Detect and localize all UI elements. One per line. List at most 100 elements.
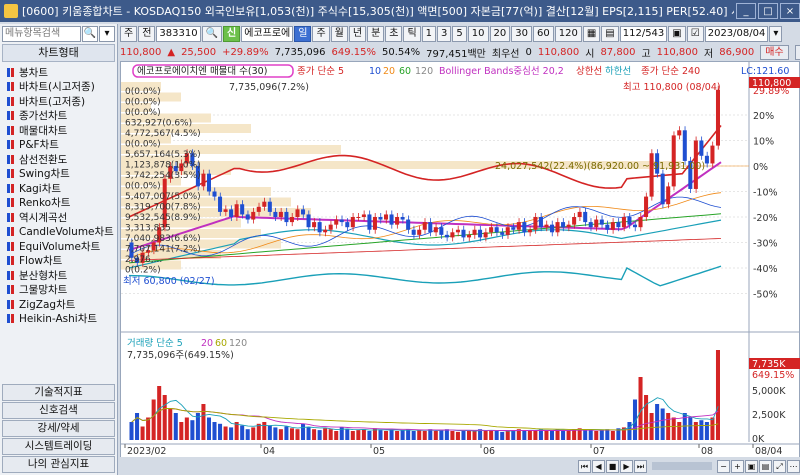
- stock-code-input[interactable]: 383310: [156, 25, 201, 42]
- sidebar-item[interactable]: 봉차트: [0, 65, 117, 80]
- interval-5[interactable]: 5: [452, 25, 467, 42]
- zoom-slider[interactable]: [652, 462, 712, 470]
- volume-bar: [173, 413, 178, 440]
- nav-stop-icon[interactable]: ■: [606, 459, 619, 473]
- sidebar-item[interactable]: P&F차트: [0, 138, 117, 153]
- expand-icon[interactable]: ⤢: [773, 459, 786, 473]
- quote-bar: 110,800 ▲ 25,500 +29.89% 7,735,096 649.1…: [120, 44, 800, 60]
- price-chart-svg[interactable]: 에코프로에이치엔 매물대 수(30) 종가 단순 5 10 20 60 120 …: [121, 62, 800, 462]
- candle-body: [218, 196, 223, 212]
- nav-first-icon[interactable]: ⏮: [578, 459, 591, 473]
- sidebar-header[interactable]: 차트형태: [2, 44, 115, 62]
- interval-20[interactable]: 20: [489, 25, 511, 42]
- chart-area[interactable]: 에코프로에이치엔 매물대 수(30) 종가 단순 5 10 20 60 120 …: [120, 61, 800, 461]
- sidebar-item[interactable]: 매물대차트: [0, 123, 117, 138]
- tab-minute[interactable]: 분: [367, 25, 385, 42]
- sidebar-item[interactable]: 바차트(고저종): [0, 94, 117, 109]
- close-icon[interactable]: ×: [780, 3, 800, 19]
- nav-last-icon[interactable]: ⏭: [634, 459, 647, 473]
- candle-body: [461, 229, 466, 238]
- sidebar-item[interactable]: 역시계곡선: [0, 210, 117, 225]
- interval-120[interactable]: 120: [554, 25, 582, 42]
- sidebar-item[interactable]: CandleVolume차트: [0, 225, 117, 240]
- grid-icon[interactable]: ▤: [601, 25, 619, 42]
- candle-body: [549, 224, 555, 233]
- sidebar-item[interactable]: 그물망차트: [0, 283, 117, 298]
- interval-1[interactable]: 1: [421, 25, 437, 42]
- volume-bar: [671, 417, 676, 440]
- tab-month[interactable]: 월: [330, 25, 348, 42]
- tab-second[interactable]: 초: [385, 25, 403, 42]
- annotation-top-vol: 7,735,096(7.2%): [229, 82, 309, 93]
- sidebar-item[interactable]: 분산형차트: [0, 268, 117, 283]
- tab-tick[interactable]: 틱: [403, 25, 421, 42]
- sidebar-button[interactable]: 신호검색: [2, 402, 115, 419]
- tab-week[interactable]: 주: [312, 25, 330, 42]
- sidebar-item-label: 매물대차트: [19, 124, 68, 137]
- interval-60[interactable]: 60: [533, 25, 554, 42]
- candle-body: [599, 219, 604, 225]
- date-input[interactable]: 2023/08/04: [704, 25, 769, 42]
- sidebar-item[interactable]: ZigZag차트: [0, 297, 117, 312]
- candle-icon: [7, 154, 14, 164]
- candle-body: [339, 219, 344, 223]
- volume-bar: [494, 431, 499, 440]
- chevron-down-icon[interactable]: ▾: [99, 26, 115, 42]
- sidebar-item[interactable]: Swing차트: [0, 167, 117, 182]
- sidebar-button[interactable]: 나의 관심지표: [2, 456, 115, 473]
- sidebar-item[interactable]: Renko차트: [0, 196, 117, 211]
- search-icon[interactable]: 🔍: [201, 25, 223, 42]
- tab-year[interactable]: 년: [348, 25, 367, 42]
- volume-bar: [461, 431, 466, 440]
- nav-next-icon[interactable]: ▶: [620, 459, 633, 473]
- menu-search-input[interactable]: 메뉴항목검색: [2, 26, 81, 42]
- toolbar-period-button[interactable]: 전: [138, 25, 156, 42]
- candle-icon: [7, 198, 14, 208]
- volume-bar: [162, 395, 167, 440]
- volume-bar: [168, 408, 173, 440]
- minimize-icon[interactable]: _: [736, 3, 756, 19]
- interval-3[interactable]: 3: [437, 25, 452, 42]
- page-field[interactable]: 112/543: [619, 25, 668, 42]
- candle-body: [289, 217, 294, 223]
- view-icon[interactable]: ▣: [745, 459, 758, 473]
- volume-bar: [212, 422, 217, 440]
- sidebar-button[interactable]: 강세/약세: [2, 420, 115, 437]
- sidebar-item[interactable]: 삼선전환도: [0, 152, 117, 167]
- sidebar-item[interactable]: Kagi차트: [0, 181, 117, 196]
- settings-icon[interactable]: ▦: [582, 25, 601, 42]
- sidebar-button[interactable]: 시스템트레이딩: [2, 438, 115, 455]
- options-icon[interactable]: ⋯: [787, 459, 800, 473]
- candle-body: [489, 227, 494, 233]
- volume-bar: [594, 431, 599, 440]
- interval-30[interactable]: 30: [511, 25, 532, 42]
- nav-prev-icon[interactable]: ◀: [592, 459, 605, 473]
- sell-button[interactable]: 매도: [794, 44, 800, 60]
- buy-button[interactable]: 매수: [760, 44, 789, 60]
- search-icon[interactable]: 🔍: [82, 26, 98, 42]
- calendar-icon[interactable]: ▾: [769, 25, 783, 42]
- sidebar-item[interactable]: Heikin-Ashi차트: [0, 312, 117, 327]
- toolbar-mode[interactable]: 주: [120, 25, 138, 42]
- layout-icon[interactable]: ▤: [759, 459, 772, 473]
- volume-bar: [201, 404, 206, 440]
- zoom-in-icon[interactable]: +: [731, 459, 744, 473]
- sidebar-item[interactable]: 바차트(시고저종): [0, 80, 117, 95]
- vol-tag1: 7,735K: [752, 359, 786, 370]
- interval-10[interactable]: 10: [467, 25, 489, 42]
- sidebar-button[interactable]: 기술적지표: [2, 384, 115, 401]
- maximize-icon[interactable]: □: [758, 3, 778, 19]
- zoom-out-icon[interactable]: −: [717, 459, 730, 473]
- price-axis-label: -20%: [753, 213, 778, 224]
- open-key: 시: [585, 48, 595, 60]
- candle-body: [638, 217, 643, 228]
- tab-day[interactable]: 일: [294, 25, 312, 42]
- page-current: 112: [622, 27, 642, 39]
- checkbox-icon[interactable]: ☑: [686, 25, 704, 42]
- sidebar-item[interactable]: Flow차트: [0, 254, 117, 269]
- volume-bar: [566, 430, 571, 440]
- lock-icon[interactable]: ▣: [668, 25, 686, 42]
- sidebar-item[interactable]: EquiVolume차트: [0, 239, 117, 254]
- sidebar-item[interactable]: 종가선차트: [0, 109, 117, 124]
- price-axis-label: -30%: [753, 239, 778, 250]
